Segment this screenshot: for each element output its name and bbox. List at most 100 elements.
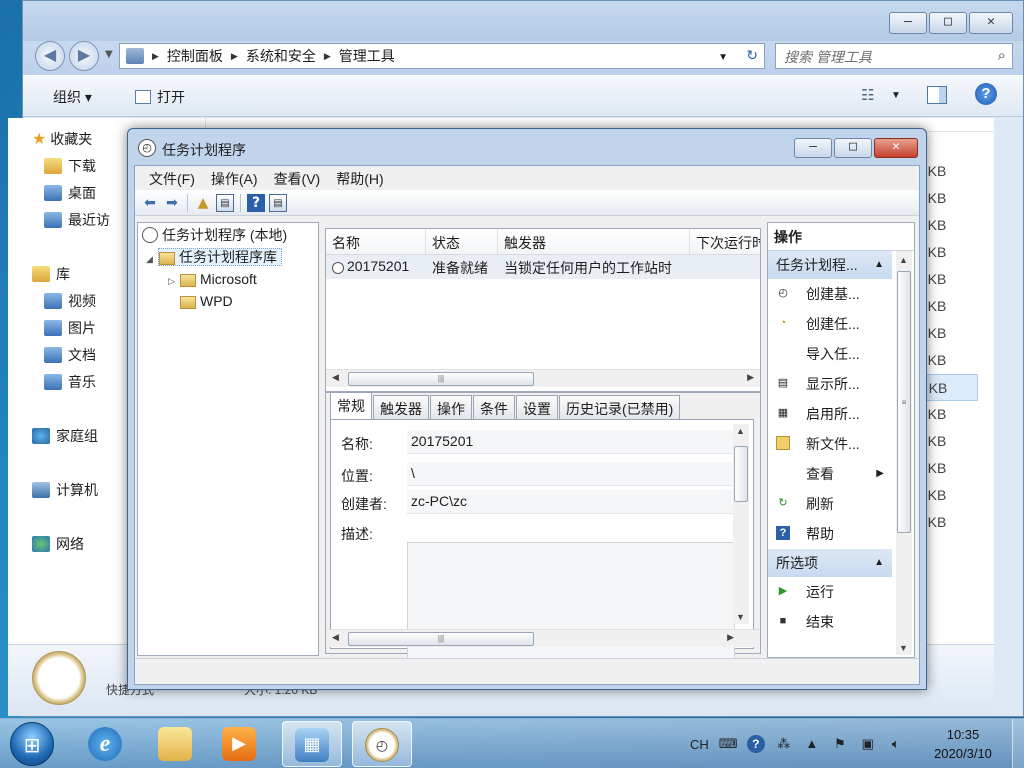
maximize-button[interactable]: □	[834, 138, 872, 158]
search-icon[interactable]: ⌕	[998, 47, 1006, 64]
help-icon[interactable]: ?	[247, 193, 265, 212]
action-display-running[interactable]: ▤ 显示所...	[768, 369, 892, 399]
menu-action[interactable]: 操作(A)	[203, 166, 266, 190]
network-icon[interactable]: ▣	[859, 736, 877, 752]
tab-settings[interactable]: 设置	[516, 395, 558, 419]
close-button[interactable]: ✕	[969, 12, 1013, 34]
breadcrumb-system-security[interactable]: 系统和安全	[246, 46, 316, 66]
maximize-button[interactable]: □	[929, 12, 967, 34]
menu-view[interactable]: 查看(V)	[266, 166, 329, 190]
tab-general[interactable]: 常规	[330, 392, 372, 420]
tab-triggers[interactable]: 触发器	[373, 395, 429, 419]
back-button[interactable]: ◀	[35, 41, 65, 71]
scroll-up-icon[interactable]: ▲	[899, 255, 908, 265]
expanded-triangle-icon[interactable]: ◢	[146, 249, 158, 269]
action-help[interactable]: ? 帮助	[768, 519, 892, 549]
views-dropdown-icon[interactable]: ▼	[891, 90, 901, 101]
action-run[interactable]: ▶ 运行	[768, 577, 892, 607]
up-folder-icon[interactable]: ▲	[194, 194, 212, 212]
nav-homegroup[interactable]: 家庭组	[32, 425, 98, 447]
tab-actions[interactable]: 操作	[430, 395, 472, 419]
taskbar-ie[interactable]: e	[76, 721, 136, 767]
action-center-flag-icon[interactable]: ⚑	[831, 736, 849, 752]
collapse-triangle-icon[interactable]: ▲	[874, 251, 884, 279]
forward-arrow-icon[interactable]: ➡	[163, 194, 181, 212]
nav-libraries[interactable]: 库	[32, 263, 70, 285]
column-trigger[interactable]: 触发器	[498, 229, 690, 254]
tab-history[interactable]: 历史记录(已禁用)	[559, 395, 681, 419]
action-new-folder[interactable]: 新文件...	[768, 429, 892, 459]
collapsed-triangle-icon[interactable]: ▷	[168, 271, 180, 291]
tree-microsoft[interactable]: ▷ Microsoft	[168, 269, 257, 289]
name-field[interactable]: 20175201	[407, 430, 735, 454]
column-next-run[interactable]: 下次运行时	[690, 229, 760, 254]
help-icon[interactable]: ?	[746, 735, 765, 753]
nav-network[interactable]: 网络	[32, 533, 84, 555]
scroll-thumb[interactable]: |||	[348, 372, 534, 386]
chevron-right-icon[interactable]: ▶	[324, 51, 331, 62]
back-arrow-icon[interactable]: ⬅	[141, 194, 159, 212]
column-name[interactable]: 名称	[326, 229, 426, 254]
show-desktop-button[interactable]	[1012, 719, 1024, 768]
ime-indicator[interactable]: CH	[690, 737, 709, 752]
nav-pictures[interactable]: 图片	[44, 317, 96, 339]
volume-icon[interactable]: 🔈︎	[887, 736, 905, 752]
search-input[interactable]: 搜索 管理工具 ⌕	[775, 43, 1013, 69]
taskbar-task-scheduler[interactable]: ◴	[352, 721, 412, 767]
author-field[interactable]: zc-PC\zc	[407, 490, 735, 514]
breadcrumb-control-panel[interactable]: 控制面板	[167, 46, 223, 66]
collapse-triangle-icon[interactable]: ▲	[874, 549, 884, 577]
breadcrumb-admin-tools[interactable]: 管理工具	[339, 46, 395, 66]
menu-help[interactable]: 帮助(H)	[328, 166, 391, 190]
nav-music[interactable]: 音乐	[44, 371, 96, 393]
tree-root[interactable]: 任务计划程序 (本地)	[142, 225, 287, 245]
nav-documents[interactable]: 文档	[44, 344, 96, 366]
show-action-pane-icon[interactable]: ▤	[269, 193, 287, 212]
chevron-right-icon[interactable]: ▶	[152, 51, 159, 62]
nav-desktop[interactable]: 桌面	[44, 182, 96, 204]
action-refresh[interactable]: ↻ 刷新	[768, 489, 892, 519]
taskbar-control-panel[interactable]: ▦	[282, 721, 342, 767]
scroll-thumb[interactable]	[734, 446, 748, 502]
address-bar[interactable]: ▶ 控制面板 ▶ 系统和安全 ▶ 管理工具 ▼ ↻	[119, 43, 765, 69]
scroll-left-icon[interactable]: ◀	[332, 372, 339, 383]
scroll-left-icon[interactable]: ◀	[332, 632, 339, 643]
task-list-hscrollbar[interactable]: ◀ ||| ▶	[326, 369, 760, 387]
organize-button[interactable]: 组织 ▾	[53, 87, 92, 107]
scroll-thumb[interactable]: |||	[348, 632, 534, 646]
scroll-right-icon[interactable]: ▶	[727, 632, 734, 643]
recent-pages-icon[interactable]: ▼	[105, 49, 113, 60]
views-icon[interactable]: ☷	[861, 86, 874, 104]
menu-file[interactable]: 文件(F)	[141, 166, 203, 190]
action-view[interactable]: 查看 ▶	[768, 459, 892, 489]
actions-group-library[interactable]: 任务计划程... ▲	[768, 251, 892, 279]
taskbar-media-player[interactable]: ▶	[210, 721, 270, 767]
nav-recent[interactable]: 最近访	[44, 209, 110, 231]
show-hide-console-tree-icon[interactable]: ▤	[216, 193, 234, 212]
action-create-task[interactable]: ◔ 创建任...	[768, 309, 892, 339]
tab-conditions[interactable]: 条件	[473, 395, 515, 419]
action-import-task[interactable]: 导入任...	[768, 339, 892, 369]
taskbar-explorer[interactable]	[146, 721, 206, 767]
open-button[interactable]: 打开	[135, 87, 185, 107]
ime-options-icon[interactable]: ⁂	[775, 736, 793, 752]
tree-wpd[interactable]: WPD	[180, 291, 233, 311]
location-field[interactable]: \	[407, 462, 735, 486]
keyboard-icon[interactable]: ⌨	[719, 736, 738, 752]
tree-library[interactable]: ◢ 任务计划程序库	[146, 247, 282, 267]
help-icon[interactable]: ?	[975, 83, 997, 105]
actions-vscrollbar[interactable]: ▲ ≡ ▼	[896, 251, 912, 655]
start-button[interactable]: ⊞	[10, 722, 54, 766]
actions-group-selected[interactable]: 所选项 ▲	[768, 549, 892, 577]
detail-hscrollbar[interactable]: ◀ ||| ▶	[326, 629, 760, 647]
minimize-button[interactable]: —	[889, 12, 927, 34]
scroll-right-icon[interactable]: ▶	[747, 372, 754, 383]
close-button[interactable]: ✕	[874, 138, 918, 158]
action-enable-history[interactable]: ▦ 启用所...	[768, 399, 892, 429]
column-status[interactable]: 状态	[426, 229, 498, 254]
show-hidden-icons-icon[interactable]: ▲	[803, 736, 821, 752]
forward-button[interactable]: ▶	[69, 41, 99, 71]
action-end[interactable]: ■ 结束	[768, 607, 892, 637]
minimize-button[interactable]: —	[794, 138, 832, 158]
action-create-basic-task[interactable]: ◴ 创建基...	[768, 279, 892, 309]
